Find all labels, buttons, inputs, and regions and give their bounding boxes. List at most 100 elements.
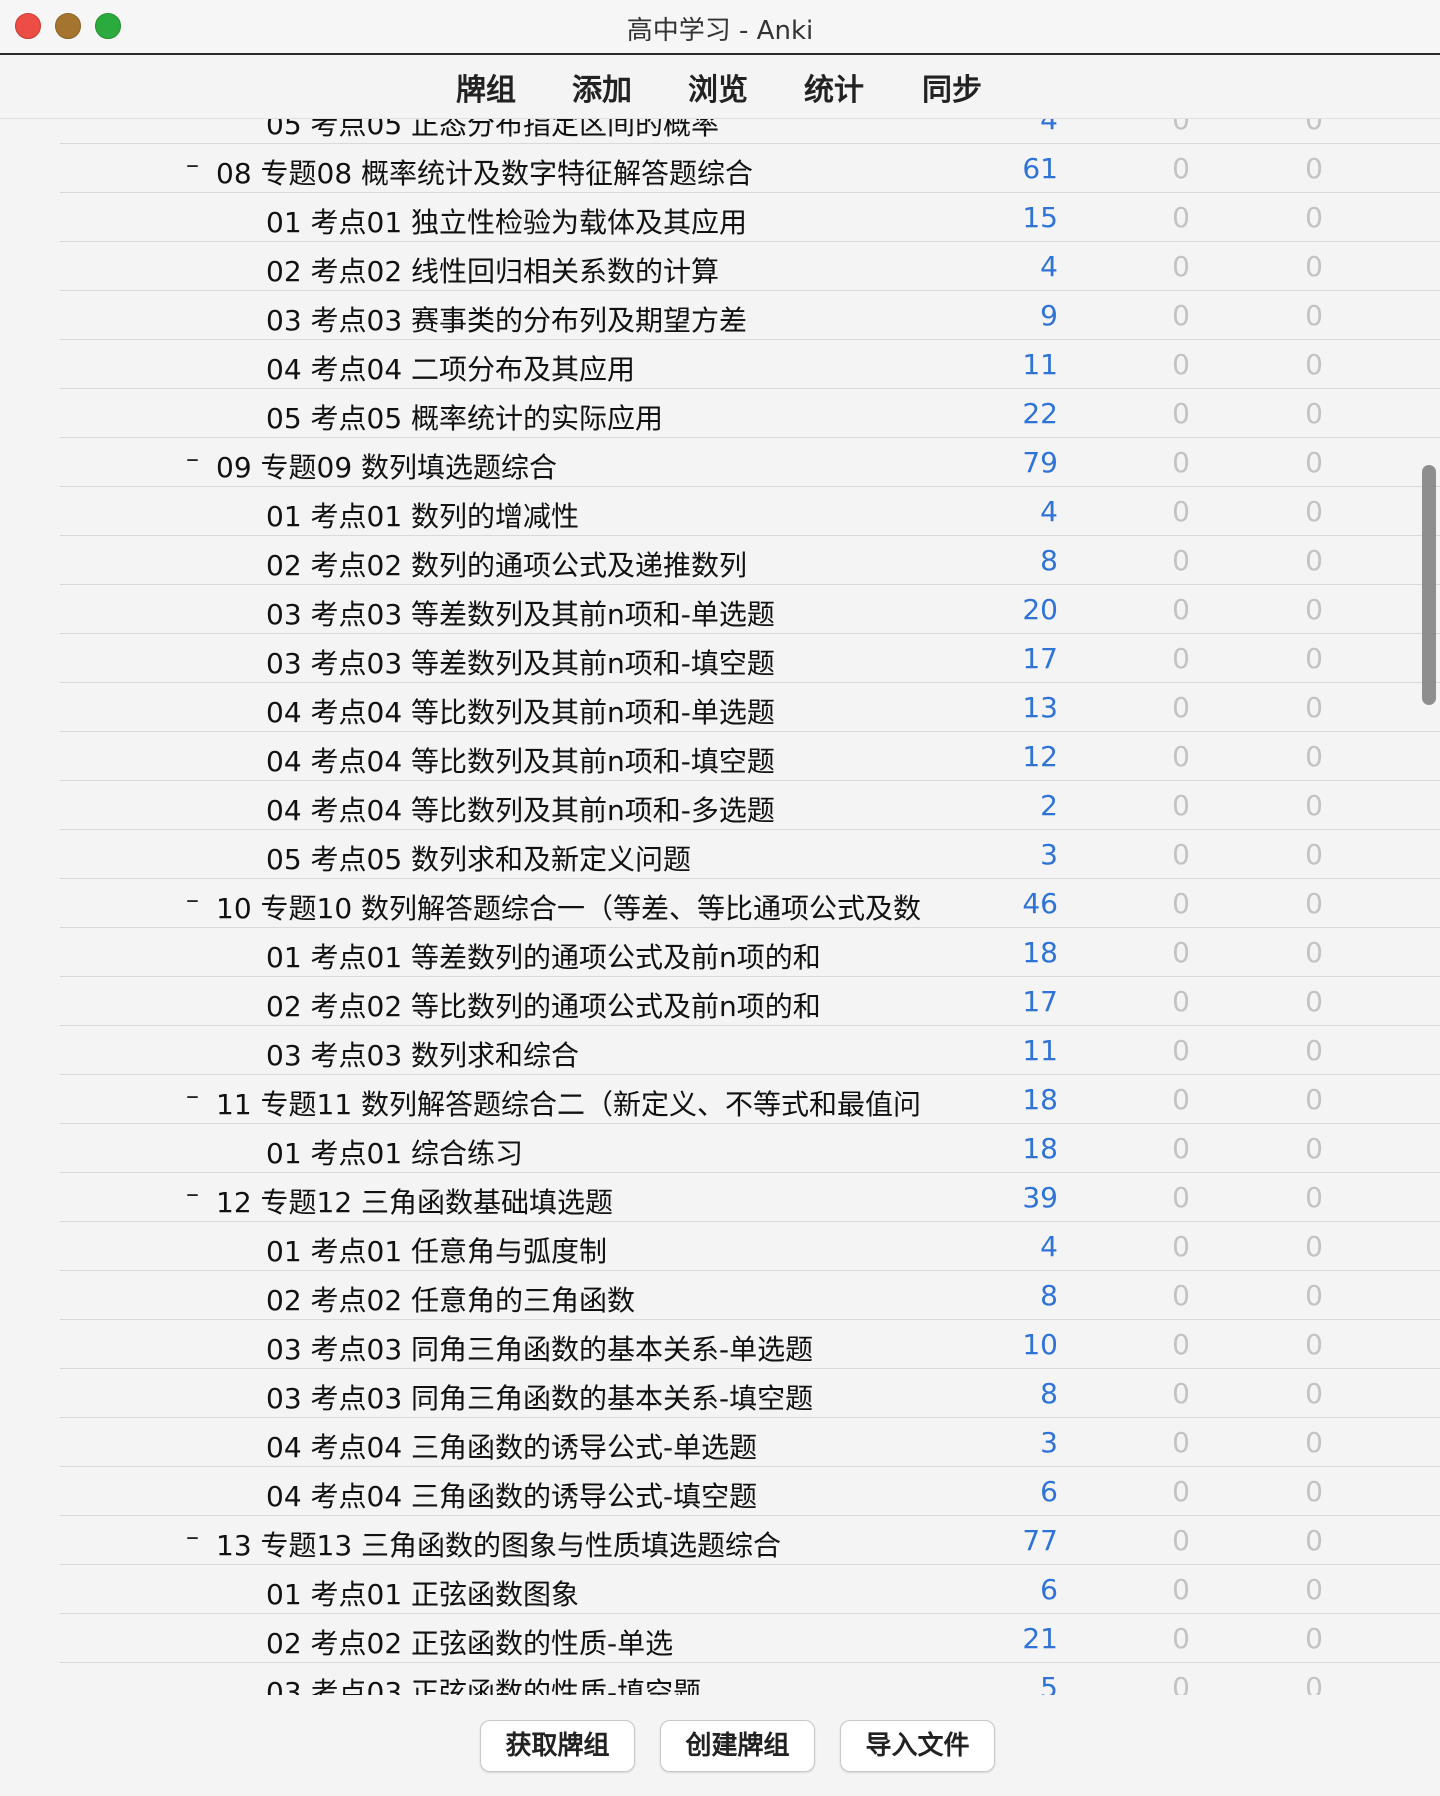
deck-name[interactable]: 10 专题10 数列解答题综合一（等差、等比通项公式及数 <box>216 887 952 927</box>
deck-due-count: 0 <box>1305 936 1323 969</box>
deck-new-count: 8 <box>1040 1279 1058 1312</box>
deck-row[interactable]: 04 考点04 等比数列及其前n项和-填空题 12 0 0 <box>0 732 1440 781</box>
deck-name[interactable]: 02 考点02 数列的通项公式及递推数列 <box>266 544 956 584</box>
deck-row[interactable]: 05 考点05 数列求和及新定义问题 3 0 0 <box>0 830 1440 879</box>
deck-learn-count: 0 <box>1172 887 1190 920</box>
deck-name[interactable]: 04 考点04 等比数列及其前n项和-多选题 <box>266 789 956 829</box>
deck-row[interactable]: 03 考点03 正弦函数的性质-填空题 5 0 0 <box>0 1663 1440 1695</box>
deck-name[interactable]: 03 考点03 正弦函数的性质-填空题 <box>266 1671 956 1695</box>
deck-row[interactable]: 03 考点03 数列求和综合 11 0 0 <box>0 1026 1440 1075</box>
deck-row[interactable]: 01 考点01 正弦函数图象 6 0 0 <box>0 1565 1440 1614</box>
deck-learn-count: 0 <box>1172 446 1190 479</box>
collapse-toggle-icon[interactable]: – <box>186 1081 206 1111</box>
deck-name[interactable]: 04 考点04 三角函数的诱导公式-填空题 <box>266 1475 956 1515</box>
deck-new-count: 61 <box>1022 152 1058 185</box>
deck-row[interactable]: 03 考点03 等差数列及其前n项和-填空题 17 0 0 <box>0 634 1440 683</box>
deck-name[interactable]: 01 考点01 任意角与弧度制 <box>266 1230 956 1270</box>
deck-row[interactable]: 05 考点05 正态分布指定区间的概率 4 0 0 <box>0 119 1440 144</box>
deck-row[interactable]: 03 考点03 赛事类的分布列及期望方差 9 0 0 <box>0 291 1440 340</box>
deck-row[interactable]: 04 考点04 三角函数的诱导公式-填空题 6 0 0 <box>0 1467 1440 1516</box>
deck-name[interactable]: 03 考点03 等差数列及其前n项和-填空题 <box>266 642 956 682</box>
vertical-scrollbar[interactable] <box>1422 119 1436 1695</box>
deck-name[interactable]: 03 考点03 等差数列及其前n项和-单选题 <box>266 593 956 633</box>
deck-name[interactable]: 02 考点02 等比数列的通项公式及前n项的和 <box>266 985 956 1025</box>
deck-row[interactable]: –09 专题09 数列填选题综合 79 0 0 <box>0 438 1440 487</box>
deck-name[interactable]: 08 专题08 概率统计及数字特征解答题综合 <box>216 152 952 192</box>
deck-row[interactable]: 03 考点03 同角三角函数的基本关系-填空题 8 0 0 <box>0 1369 1440 1418</box>
deck-name[interactable]: 01 考点01 综合练习 <box>266 1132 956 1172</box>
deck-row[interactable]: 03 考点03 等差数列及其前n项和-单选题 20 0 0 <box>0 585 1440 634</box>
deck-name[interactable]: 02 考点02 线性回归相关系数的计算 <box>266 250 956 290</box>
deck-name[interactable]: 09 专题09 数列填选题综合 <box>216 446 952 486</box>
deck-new-count: 18 <box>1022 936 1058 969</box>
deck-name[interactable]: 04 考点04 三角函数的诱导公式-单选题 <box>266 1426 956 1466</box>
deck-name[interactable]: 01 考点01 正弦函数图象 <box>266 1573 956 1613</box>
deck-name[interactable]: 03 考点03 赛事类的分布列及期望方差 <box>266 299 956 339</box>
deck-row[interactable]: 03 考点03 同角三角函数的基本关系-单选题 10 0 0 <box>0 1320 1440 1369</box>
collapse-toggle-icon[interactable]: – <box>186 885 206 915</box>
collapse-toggle-icon[interactable]: – <box>186 444 206 474</box>
deck-name[interactable]: 04 考点04 二项分布及其应用 <box>266 348 956 388</box>
title-bar[interactable]: 高中学习 - Anki <box>0 0 1440 55</box>
deck-learn-count: 0 <box>1172 201 1190 234</box>
deck-name[interactable]: 12 专题12 三角函数基础填选题 <box>216 1181 952 1221</box>
deck-name[interactable]: 04 考点04 等比数列及其前n项和-填空题 <box>266 740 956 780</box>
get-shared-decks-button[interactable]: 获取牌组 <box>480 1720 635 1772</box>
scrollbar-thumb[interactable] <box>1422 465 1436 705</box>
collapse-toggle-icon[interactable]: – <box>186 1179 206 1209</box>
deck-name[interactable]: 03 考点03 数列求和综合 <box>266 1034 956 1074</box>
deck-row[interactable]: –12 专题12 三角函数基础填选题 39 0 0 <box>0 1173 1440 1222</box>
deck-name[interactable]: 03 考点03 同角三角函数的基本关系-填空题 <box>266 1377 956 1417</box>
deck-row[interactable]: –11 专题11 数列解答题综合二（新定义、不等式和最值问 18 0 0 <box>0 1075 1440 1124</box>
deck-row[interactable]: 04 考点04 等比数列及其前n项和-多选题 2 0 0 <box>0 781 1440 830</box>
deck-learn-count: 0 <box>1172 838 1190 871</box>
deck-row[interactable]: 01 考点01 任意角与弧度制 4 0 0 <box>0 1222 1440 1271</box>
deck-name[interactable]: 01 考点01 等差数列的通项公式及前n项的和 <box>266 936 956 976</box>
deck-row[interactable]: 02 考点02 任意角的三角函数 8 0 0 <box>0 1271 1440 1320</box>
deck-name[interactable]: 02 考点02 正弦函数的性质-单选 <box>266 1622 956 1662</box>
deck-row[interactable]: 04 考点04 三角函数的诱导公式-单选题 3 0 0 <box>0 1418 1440 1467</box>
deck-name[interactable]: 01 考点01 数列的增减性 <box>266 495 956 535</box>
deck-name[interactable]: 01 考点01 独立性检验为载体及其应用 <box>266 201 956 241</box>
deck-learn-count: 0 <box>1172 1328 1190 1361</box>
deck-row[interactable]: 01 考点01 综合练习 18 0 0 <box>0 1124 1440 1173</box>
main-toolbar: 牌组 添加 浏览 统计 同步 <box>0 55 1440 119</box>
deck-list: 05 考点05 正态分布指定区间的概率 4 0 0–08 专题08 概率统计及数字特征… <box>0 119 1440 1695</box>
deck-row[interactable]: –08 专题08 概率统计及数字特征解答题综合 61 0 0 <box>0 144 1440 193</box>
toolbar-browse[interactable]: 浏览 <box>688 65 748 109</box>
deck-row[interactable]: 01 考点01 独立性检验为载体及其应用 15 0 0 <box>0 193 1440 242</box>
deck-name[interactable]: 05 考点05 正态分布指定区间的概率 <box>266 119 956 143</box>
deck-name[interactable]: 05 考点05 数列求和及新定义问题 <box>266 838 956 878</box>
deck-row[interactable]: 02 考点02 等比数列的通项公式及前n项的和 17 0 0 <box>0 977 1440 1026</box>
deck-name[interactable]: 13 专题13 三角函数的图象与性质填选题综合 <box>216 1524 952 1564</box>
deck-row[interactable]: 05 考点05 概率统计的实际应用 22 0 0 <box>0 389 1440 438</box>
deck-learn-count: 0 <box>1172 1377 1190 1410</box>
deck-name[interactable]: 04 考点04 等比数列及其前n项和-单选题 <box>266 691 956 731</box>
collapse-toggle-icon[interactable]: – <box>186 150 206 180</box>
create-deck-button[interactable]: 创建牌组 <box>660 1720 815 1772</box>
deck-name[interactable]: 03 考点03 同角三角函数的基本关系-单选题 <box>266 1328 956 1368</box>
deck-new-count: 13 <box>1022 691 1058 724</box>
deck-list-area[interactable]: 05 考点05 正态分布指定区间的概率 4 0 0–08 专题08 概率统计及数字特征… <box>0 119 1440 1695</box>
deck-row[interactable]: 02 考点02 正弦函数的性质-单选 21 0 0 <box>0 1614 1440 1663</box>
toolbar-add[interactable]: 添加 <box>572 65 632 109</box>
deck-due-count: 0 <box>1305 1573 1323 1606</box>
deck-name[interactable]: 05 考点05 概率统计的实际应用 <box>266 397 956 437</box>
deck-row[interactable]: 01 考点01 等差数列的通项公式及前n项的和 18 0 0 <box>0 928 1440 977</box>
deck-row[interactable]: 04 考点04 等比数列及其前n项和-单选题 13 0 0 <box>0 683 1440 732</box>
collapse-toggle-icon[interactable]: – <box>186 1522 206 1552</box>
deck-row[interactable]: –10 专题10 数列解答题综合一（等差、等比通项公式及数 46 0 0 <box>0 879 1440 928</box>
import-file-button[interactable]: 导入文件 <box>840 1720 995 1772</box>
deck-name[interactable]: 02 考点02 任意角的三角函数 <box>266 1279 956 1319</box>
toolbar-decks[interactable]: 牌组 <box>456 65 516 109</box>
toolbar-sync[interactable]: 同步 <box>922 65 982 109</box>
deck-row[interactable]: 04 考点04 二项分布及其应用 11 0 0 <box>0 340 1440 389</box>
deck-name[interactable]: 11 专题11 数列解答题综合二（新定义、不等式和最值问 <box>216 1083 952 1123</box>
deck-learn-count: 0 <box>1172 1426 1190 1459</box>
deck-row[interactable]: 02 考点02 数列的通项公式及递推数列 8 0 0 <box>0 536 1440 585</box>
deck-row[interactable]: –13 专题13 三角函数的图象与性质填选题综合 77 0 0 <box>0 1516 1440 1565</box>
deck-new-count: 4 <box>1040 1230 1058 1263</box>
toolbar-stats[interactable]: 统计 <box>804 65 864 109</box>
deck-row[interactable]: 02 考点02 线性回归相关系数的计算 4 0 0 <box>0 242 1440 291</box>
deck-row[interactable]: 01 考点01 数列的增减性 4 0 0 <box>0 487 1440 536</box>
